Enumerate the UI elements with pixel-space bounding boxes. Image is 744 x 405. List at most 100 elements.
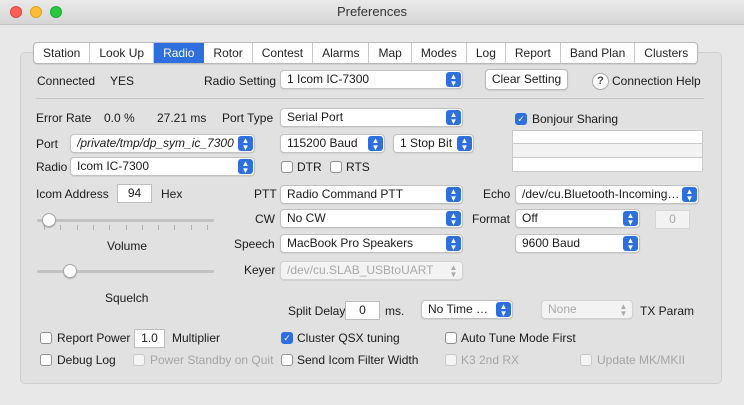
tab-map[interactable]: Map <box>369 43 412 63</box>
baud-rate-select[interactable]: 115200 Baud ▲ ▼ <box>280 134 385 153</box>
chevron-up-down-icon: ▲ ▼ <box>238 159 253 175</box>
volume-tick <box>92 225 94 230</box>
volume-tick <box>76 225 78 230</box>
volume-tick <box>109 225 111 230</box>
format-label: Format <box>472 212 511 226</box>
bonjour-list-row[interactable] <box>512 144 703 158</box>
baud-rate-value: 115200 Baud <box>287 136 358 150</box>
chevron-up-down-icon: ▲ ▼ <box>496 302 511 318</box>
rts-checkbox[interactable] <box>330 161 342 173</box>
cw-select[interactable]: No CW ▲ ▼ <box>280 209 463 228</box>
chevron-up-down-icon: ▲ ▼ <box>682 187 697 203</box>
tab-radio[interactable]: Radio <box>154 43 205 63</box>
cw-label: CW <box>255 212 275 226</box>
radio-model-select[interactable]: Icom IC-7300 ▲ ▼ <box>70 157 255 176</box>
k3-2nd-rx-checkbox <box>445 354 457 366</box>
time-set-select[interactable]: No Time Set ▲ ▼ <box>421 300 513 319</box>
help-icon[interactable]: ? <box>592 73 609 90</box>
connection-help-label[interactable]: Connection Help <box>612 74 701 89</box>
tab-log[interactable]: Log <box>467 43 506 63</box>
latency-value: 27.21 ms <box>157 111 207 125</box>
tab-alarms[interactable]: Alarms <box>313 43 370 63</box>
time-set-value: No Time Set <box>428 302 494 316</box>
tab-modes[interactable]: Modes <box>412 43 467 63</box>
volume-tick <box>174 225 176 230</box>
chevron-up-down-icon: ▲ ▼ <box>619 302 628 318</box>
stop-bit-select[interactable]: 1 Stop Bit ▲ ▼ <box>393 134 474 153</box>
ptt-select[interactable]: Radio Command PTT ▲ ▼ <box>280 185 463 204</box>
ptt-label: PTT <box>254 187 277 201</box>
bonjour-list-row[interactable] <box>512 158 703 172</box>
tab-band-plan[interactable]: Band Plan <box>561 43 636 63</box>
update-mk-checkbox <box>580 354 592 366</box>
volume-slider-track[interactable] <box>37 219 214 222</box>
tab-station[interactable]: Station <box>34 43 91 63</box>
chevron-up-down-icon: ▲ ▼ <box>449 263 458 279</box>
hex-label: Hex <box>161 187 183 201</box>
multiplier-field[interactable]: 1.0 <box>134 329 165 348</box>
volume-tick <box>60 225 62 230</box>
tab-rotor[interactable]: Rotor <box>204 43 253 63</box>
echo-baud-value: 9600 Baud <box>522 236 581 250</box>
port-select[interactable]: /private/tmp/dp_sym_ic_7300 ▲ ▼ <box>70 134 255 153</box>
tab-clusters[interactable]: Clusters <box>635 43 697 63</box>
echo-baud-select[interactable]: 9600 Baud ▲ ▼ <box>515 234 640 253</box>
tx-param-select: None ▲ ▼ <box>541 300 633 319</box>
port-value: /private/tmp/dp_sym_ic_7300 <box>77 136 234 150</box>
debug-log-checkbox[interactable] <box>40 354 52 366</box>
chevron-up-down-icon: ▲ ▼ <box>446 236 461 252</box>
echo-select[interactable]: /dev/cu.Bluetooth-Incoming-... ▲ ▼ <box>515 185 699 204</box>
clear-setting-button[interactable]: Clear Setting <box>485 69 568 90</box>
volume-slider-knob[interactable] <box>41 213 56 227</box>
tab-contest[interactable]: Contest <box>253 43 314 63</box>
split-delay-field[interactable]: 0 <box>345 301 380 320</box>
radio-setting-select[interactable]: 1 Icom IC-7300 ▲ ▼ <box>280 70 463 89</box>
rts-label: RTS <box>346 160 370 174</box>
echo-label: Echo <box>483 187 511 201</box>
title-bar: Preferences <box>0 0 744 25</box>
volume-tick <box>190 225 192 230</box>
multiplier-label: Multiplier <box>172 331 221 345</box>
tab-bar: Station Look Up Radio Rotor Contest Alarms Map… <box>33 42 699 64</box>
connected-label: Connected <box>37 74 96 88</box>
power-standby-label: Power Standby on Quit <box>150 353 274 367</box>
keyer-select: /dev/cu.SLAB_USBtoUART ▲ ▼ <box>280 261 463 280</box>
keyer-value: /dev/cu.SLAB_USBtoUART <box>287 263 434 277</box>
auto-tune-checkbox[interactable] <box>445 332 457 344</box>
separator <box>36 98 704 99</box>
volume-tick <box>207 225 208 230</box>
squelch-label: Squelch <box>105 291 149 305</box>
error-rate-label: Error Rate <box>36 111 92 125</box>
k3-2nd-rx-label: K3 2nd RX <box>461 353 520 367</box>
bonjour-sharing-checkbox[interactable]: ✓ <box>515 113 527 125</box>
echo-value: /dev/cu.Bluetooth-Incoming-... <box>522 187 680 201</box>
tab-look-up[interactable]: Look Up <box>90 43 155 63</box>
report-power-label: Report Power <box>57 331 131 345</box>
port-type-value: Serial Port <box>287 110 344 124</box>
tab-report[interactable]: Report <box>506 43 561 63</box>
port-type-select[interactable]: Serial Port ▲ ▼ <box>280 108 463 127</box>
icom-address-field[interactable]: 94 <box>117 184 152 203</box>
update-mk-label: Update MK/MKII <box>597 353 686 367</box>
volume-tick <box>125 225 127 230</box>
bonjour-list-row[interactable] <box>512 130 703 144</box>
send-filter-width-label: Send Icom Filter Width <box>297 353 419 367</box>
dtr-checkbox[interactable] <box>281 161 293 173</box>
debug-log-label: Debug Log <box>57 353 116 367</box>
dtr-label: DTR <box>297 160 322 174</box>
error-rate-value: 0.0 % <box>104 111 135 125</box>
speech-select[interactable]: MacBook Pro Speakers ▲ ▼ <box>280 234 463 253</box>
squelch-slider-knob[interactable] <box>63 264 78 278</box>
window-title: Preferences <box>336 4 408 19</box>
report-power-checkbox[interactable] <box>40 332 52 344</box>
send-filter-width-checkbox[interactable] <box>281 354 293 366</box>
cluster-qsx-label: Cluster QSX tuning <box>297 331 400 345</box>
port-label: Port <box>36 137 59 151</box>
cw-value: No CW <box>287 211 326 225</box>
cluster-qsx-checkbox[interactable]: ✓ <box>281 332 293 344</box>
radio-setting-value: 1 Icom IC-7300 <box>287 72 370 86</box>
format-select[interactable]: Off ▲ ▼ <box>515 209 640 228</box>
bonjour-sharing-label: Bonjour Sharing <box>532 112 619 126</box>
ptt-value: Radio Command PTT <box>287 187 404 201</box>
volume-label: Volume <box>107 239 148 253</box>
